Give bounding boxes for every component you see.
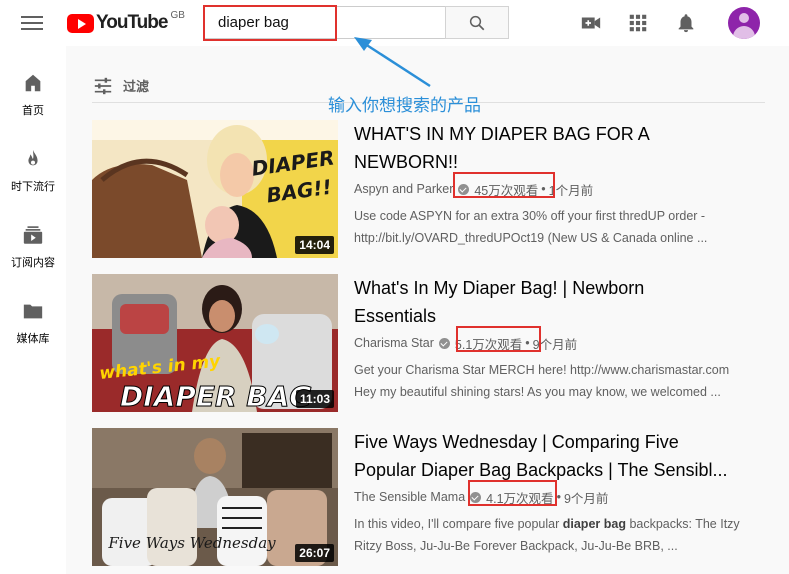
filter-label: 过滤 bbox=[123, 79, 150, 94]
video-info: WHAT'S IN MY DIAPER BAG FOR A NEWBORN!! … bbox=[354, 120, 764, 249]
sidebar-item-library[interactable]: 媒体库 bbox=[0, 300, 66, 360]
sidebar: 首页 时下流行 订阅内容 媒体库 bbox=[0, 46, 66, 574]
subscriptions-icon bbox=[23, 226, 43, 244]
description-line: Hey my beautiful shining stars! As you m… bbox=[354, 385, 721, 399]
sidebar-item-label: 订阅内容 bbox=[11, 257, 55, 269]
video-title-line2[interactable]: NEWBORN!! bbox=[354, 148, 774, 176]
separator-dot: • bbox=[556, 490, 561, 504]
video-info: What's In My Diaper Bag! | Newborn Essen… bbox=[354, 274, 764, 403]
avatar[interactable] bbox=[728, 7, 760, 39]
video-result[interactable]: what's in my DIAPER BAG 11:03 What's In … bbox=[92, 274, 772, 414]
svg-text:Five Ways Wednesday: Five Ways Wednesday bbox=[107, 534, 276, 552]
description-text: In this video, I'll compare five popular bbox=[354, 517, 563, 531]
trending-icon bbox=[28, 149, 38, 166]
library-icon bbox=[23, 304, 43, 319]
search-button[interactable] bbox=[445, 6, 509, 39]
video-meta: Charisma Star 5.1万次观看 • 9个月前 bbox=[354, 333, 764, 353]
sidebar-item-label: 时下流行 bbox=[11, 181, 55, 193]
description-line: http://bit.ly/OVARD_thredUPOct19 (New US… bbox=[354, 231, 708, 245]
video-duration: 11:03 bbox=[295, 390, 334, 408]
video-meta: The Sensible Mama 4.1万次观看 • 9个月前 bbox=[354, 487, 764, 507]
search-icon bbox=[469, 15, 485, 30]
bell-icon[interactable] bbox=[675, 12, 697, 34]
video-description: Get your Charisma Star MERCH here! http:… bbox=[354, 359, 754, 403]
logo-text: YouTube bbox=[96, 12, 168, 33]
channel-name[interactable]: Aspyn and Parker bbox=[354, 182, 453, 196]
video-duration: 26:07 bbox=[295, 544, 334, 562]
channel-name[interactable]: The Sensible Mama bbox=[354, 490, 465, 504]
verified-badge-icon bbox=[438, 337, 450, 349]
description-keyword: diaper bag bbox=[562, 517, 626, 531]
create-video-icon[interactable] bbox=[580, 12, 602, 34]
video-duration: 14:04 bbox=[295, 236, 334, 254]
sidebar-item-trending[interactable]: 时下流行 bbox=[0, 148, 66, 208]
video-title-line2[interactable]: Popular Diaper Bag Backpacks | The Sensi… bbox=[354, 456, 774, 484]
video-info: Five Ways Wednesday | Comparing Five Pop… bbox=[354, 428, 764, 557]
description-text: backpacks: The Itzy bbox=[625, 517, 740, 531]
search-highlight-box bbox=[203, 5, 337, 41]
youtube-play-icon bbox=[67, 13, 94, 33]
search-results: 过滤 输入你想搜索的产品 DIAPER BAG!! 14:04 WHAT'S I… bbox=[66, 46, 789, 574]
filter-sliders-icon bbox=[94, 77, 112, 94]
video-description: Use code ASPYN for an extra 30% off your… bbox=[354, 205, 754, 249]
video-thumbnail[interactable]: Five Ways Wednesday 26:07 bbox=[92, 428, 338, 566]
description-line: Ritzy Boss, Ju-Ju-Be Forever Backpack, J… bbox=[354, 539, 678, 553]
apps-grid-icon[interactable] bbox=[627, 12, 649, 34]
video-result[interactable]: DIAPER BAG!! 14:04 WHAT'S IN MY DIAPER B… bbox=[92, 120, 772, 260]
upload-age: 9个月前 bbox=[563, 491, 609, 506]
annotation-text: 输入你想搜索的产品 bbox=[328, 96, 481, 116]
description-line: Use code ASPYN for an extra 30% off your… bbox=[354, 209, 706, 223]
description-line: Get your Charisma Star MERCH here! http:… bbox=[354, 363, 730, 377]
svg-text:DIAPER BAG: DIAPER BAG bbox=[120, 380, 312, 412]
description-line: In this video, I'll compare five popular… bbox=[354, 513, 754, 535]
video-meta: Aspyn and Parker 45万次观看 • 1个月前 bbox=[354, 179, 764, 199]
video-title[interactable]: WHAT'S IN MY DIAPER BAG FOR A bbox=[354, 120, 774, 148]
video-title-line2[interactable]: Essentials bbox=[354, 302, 774, 330]
video-description: In this video, I'll compare five popular… bbox=[354, 513, 754, 557]
sidebar-item-label: 媒体库 bbox=[16, 333, 50, 345]
filter-button[interactable]: 过滤 bbox=[93, 76, 149, 95]
channel-name[interactable]: Charisma Star bbox=[354, 336, 434, 350]
views-highlight-box bbox=[456, 326, 541, 352]
upload-age: 1个月前 bbox=[548, 183, 594, 198]
sidebar-item-home[interactable]: 首页 bbox=[0, 72, 66, 132]
country-code: GB bbox=[170, 9, 185, 21]
top-bar: YouTube GB bbox=[0, 0, 789, 46]
sidebar-item-label: 首页 bbox=[22, 105, 44, 117]
video-title[interactable]: What's In My Diaper Bag! | Newborn bbox=[354, 274, 774, 302]
video-result[interactable]: Five Ways Wednesday 26:07 Five Ways Wedn… bbox=[92, 428, 772, 568]
video-thumbnail[interactable]: DIAPER BAG!! 14:04 bbox=[92, 120, 338, 258]
sidebar-item-subscriptions[interactable]: 订阅内容 bbox=[0, 224, 66, 284]
views-highlight-box bbox=[453, 172, 555, 198]
hamburger-menu-icon[interactable] bbox=[21, 13, 43, 33]
home-icon bbox=[25, 74, 41, 92]
video-thumbnail[interactable]: what's in my DIAPER BAG 11:03 bbox=[92, 274, 338, 412]
video-title[interactable]: Five Ways Wednesday | Comparing Five bbox=[354, 428, 774, 456]
views-highlight-box bbox=[468, 480, 557, 506]
youtube-logo[interactable]: YouTube GB bbox=[67, 10, 185, 36]
